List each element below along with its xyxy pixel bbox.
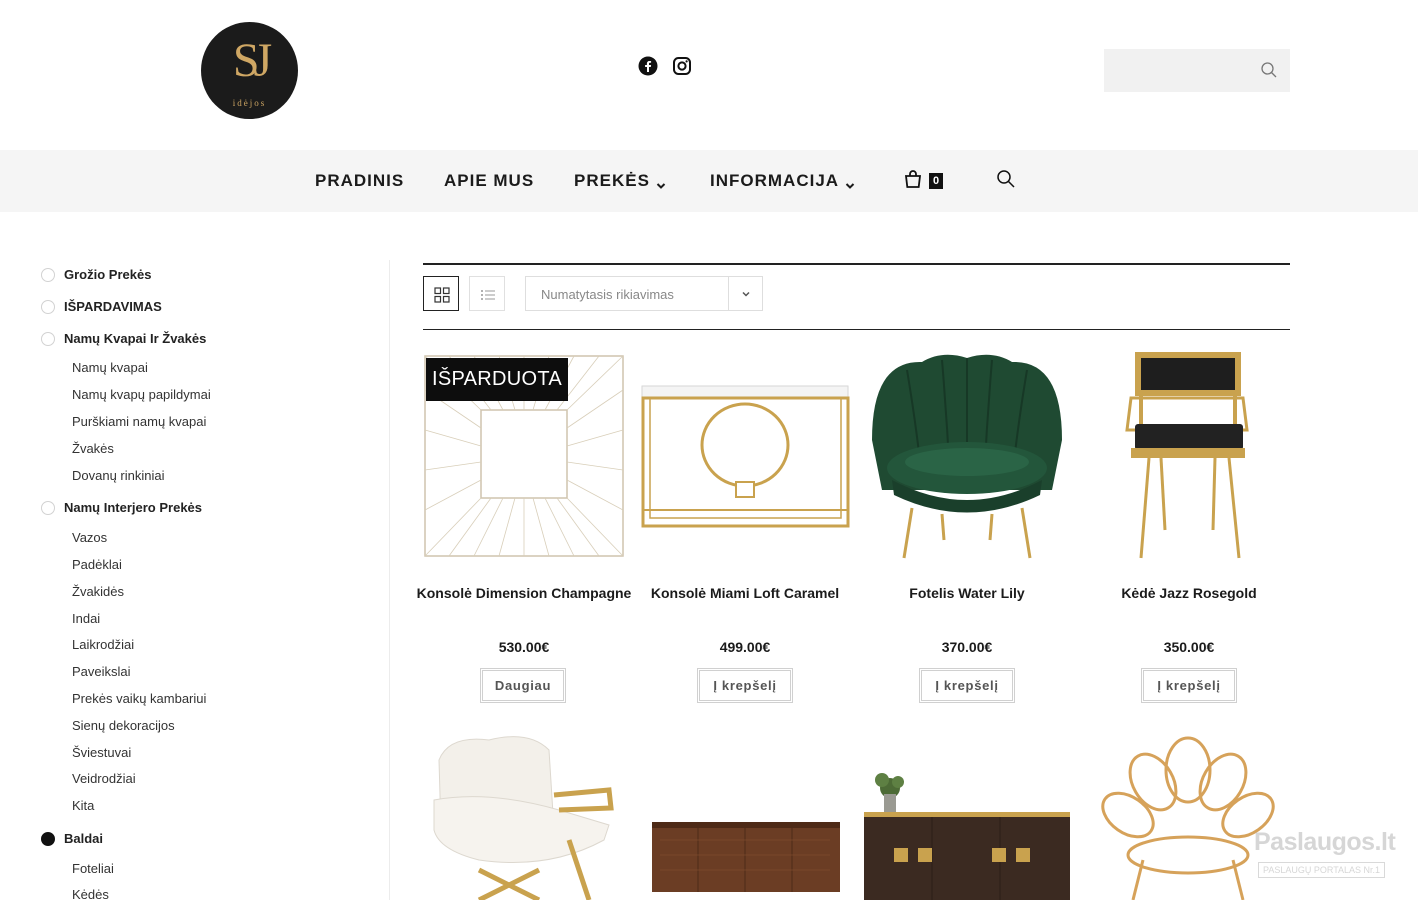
subcategory-link[interactable]: Prekės vaikų kambariui <box>72 691 206 706</box>
nav-item-informacija[interactable]: INFORMACIJA <box>710 171 855 191</box>
watermark-subtitle: PASLAUGŲ PORTALAS Nr.1 <box>1258 862 1386 878</box>
chevron-down-icon <box>845 176 855 189</box>
grid-icon <box>434 287 450 303</box>
list-icon <box>481 290 495 300</box>
search-icon[interactable] <box>1260 61 1278 79</box>
list-view-button[interactable] <box>469 276 505 311</box>
product-image-konsole-miami[interactable] <box>640 350 850 562</box>
watermark: Paslaugos.lt PASLAUGŲ PORTALAS Nr.1 <box>1254 828 1396 880</box>
subcategory-link[interactable]: Foteliai <box>72 861 114 876</box>
product-title[interactable]: Kėdė Jazz Rosegold <box>1076 585 1302 601</box>
subcategory-link[interactable]: Purškiami namų kvapai <box>72 414 206 429</box>
nav-item-label: INFORMACIJA <box>710 171 840 190</box>
radio-icon <box>41 267 55 282</box>
nav-item-prekes[interactable]: PREKĖS <box>574 171 666 191</box>
facebook-icon[interactable] <box>638 56 658 76</box>
sort-selected-value: Numatytasis rikiavimas <box>541 287 674 302</box>
category-label: Baldai <box>64 831 104 846</box>
product-image-fotelis-water-lily[interactable] <box>862 350 1072 562</box>
product-title[interactable]: Konsolė Dimension Champagne <box>411 585 637 601</box>
social-links <box>638 56 692 76</box>
product-image-dark-sideboard[interactable] <box>862 730 1072 900</box>
nav-item-label: PRADINIS <box>315 171 405 190</box>
category-label: Namų Interjero Prekės <box>64 500 203 515</box>
nav-item-label: APIE MUS <box>444 171 535 190</box>
product-price: 350.00€ <box>1163 639 1215 655</box>
product-image-kede-jazz[interactable] <box>1083 350 1293 562</box>
add-to-cart-button[interactable]: Į krepšelį <box>919 668 1015 703</box>
toolbar-top-rule <box>423 263 1290 265</box>
subcategory-link[interactable]: Vazos <box>72 530 107 545</box>
radio-icon <box>41 500 55 515</box>
category-grozio-prekes[interactable]: Grožio Prekės <box>41 267 151 282</box>
chevron-down-icon <box>656 176 666 189</box>
subcategory-link[interactable]: Paveikslai <box>72 664 131 679</box>
subcategory-link[interactable]: Kita <box>72 798 94 813</box>
subcategory-link[interactable]: Kėdės <box>72 887 109 900</box>
sort-select[interactable]: Numatytasis rikiavimas <box>525 276 763 311</box>
instagram-icon[interactable] <box>672 56 692 76</box>
nav-item-label: PREKĖS <box>574 171 650 190</box>
product-price: 499.00€ <box>719 639 771 655</box>
category-baldai[interactable]: Baldai <box>41 831 103 846</box>
site-logo[interactable]: SJ idėjos <box>201 22 298 119</box>
header-search-input[interactable] <box>1104 49 1244 92</box>
subcategory-link[interactable]: Žvakės <box>72 441 114 456</box>
category-label: Namų Kvapai Ir Žvakės <box>64 331 207 346</box>
shopping-bag-icon <box>902 168 924 195</box>
logo-mark: SJ <box>232 34 272 87</box>
product-image-white-fur-armchair[interactable] <box>419 730 629 900</box>
nav-item-pradinis[interactable]: PRADINIS <box>315 171 404 191</box>
category-sidebar: Grožio Prekės IŠPARDAVIMAS Namų Kvapai I… <box>0 260 390 900</box>
product-price: 370.00€ <box>941 639 993 655</box>
category-namu-interjero-prekes[interactable]: Namų Interjero Prekės <box>41 500 202 515</box>
subcategory-link[interactable]: Namų kvapai <box>72 360 148 375</box>
category-label: IŠPARDAVIMAS <box>64 299 162 314</box>
subcategory-link[interactable]: Sienų dekoracijos <box>72 718 175 733</box>
subcategory-link[interactable]: Padėklai <box>72 557 122 572</box>
product-image-wooden-sideboard[interactable] <box>640 730 850 900</box>
plant-icon <box>875 773 904 812</box>
nav-item-apie-mus[interactable]: APIE MUS <box>444 171 534 191</box>
watermark-title: Paslaugos.lt <box>1254 828 1396 856</box>
product-title[interactable]: Fotelis Water Lily <box>854 585 1080 601</box>
toolbar-bottom-rule <box>423 329 1290 330</box>
read-more-button[interactable]: Daugiau <box>480 668 566 703</box>
search-icon[interactable] <box>996 169 1016 189</box>
sold-out-badge: IŠPARDUOTA <box>426 358 568 401</box>
category-label: Grožio Prekės <box>64 267 152 282</box>
product-title[interactable]: Konsolė Miami Loft Caramel <box>632 585 858 601</box>
category-namu-kvapai[interactable]: Namų Kvapai Ir Žvakės <box>41 331 206 346</box>
chevron-down-icon <box>742 291 750 297</box>
radio-selected-icon <box>41 831 55 846</box>
subcategory-link[interactable]: Šviestuvai <box>72 745 131 760</box>
subcategory-link[interactable]: Žvakidės <box>72 584 124 599</box>
header-search <box>1104 49 1290 92</box>
subcategory-link[interactable]: Laikrodžiai <box>72 637 134 652</box>
subcategory-link[interactable]: Dovanų rinkiniai <box>72 468 165 483</box>
subcategory-link[interactable]: Veidrodžiai <box>72 771 136 786</box>
cart-button[interactable]: 0 <box>902 168 952 194</box>
logo-subtitle: idėjos <box>232 98 267 108</box>
add-to-cart-button[interactable]: Į krepšelį <box>1141 668 1237 703</box>
category-ispardavimas[interactable]: IŠPARDAVIMAS <box>41 299 162 314</box>
add-to-cart-button[interactable]: Į krepšelį <box>697 668 793 703</box>
grid-view-button[interactable] <box>423 276 459 311</box>
subcategory-link[interactable]: Namų kvapų papildymai <box>72 387 211 402</box>
subcategory-link[interactable]: Indai <box>72 611 100 626</box>
cart-count-badge: 0 <box>929 173 944 189</box>
radio-icon <box>41 299 55 314</box>
sort-dropdown-arrow <box>728 277 762 310</box>
product-price: 530.00€ <box>498 639 550 655</box>
radio-icon <box>41 331 55 346</box>
main-navigation: PRADINIS APIE MUS PREKĖS INFORMACIJA 0 <box>0 150 1418 212</box>
